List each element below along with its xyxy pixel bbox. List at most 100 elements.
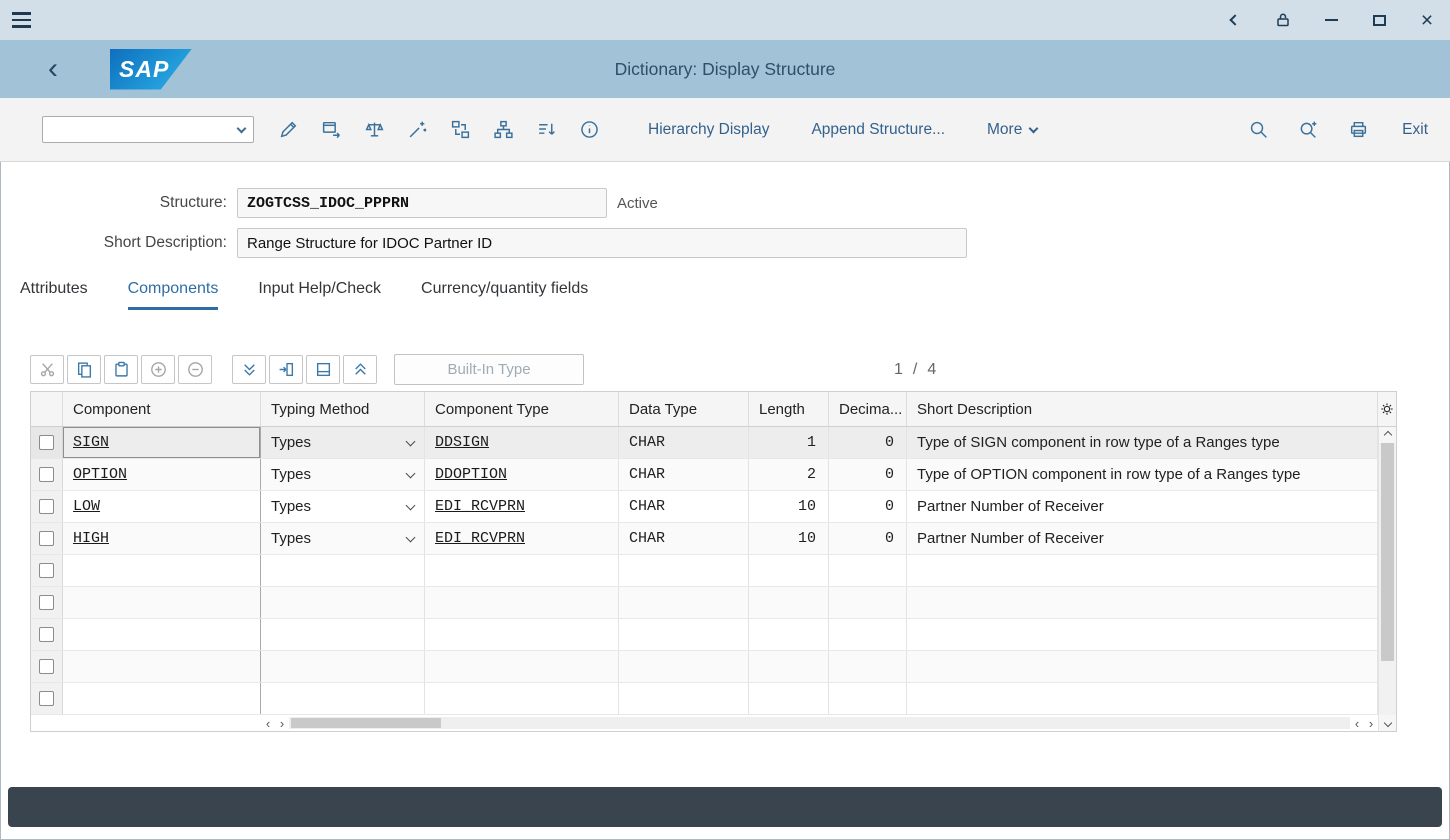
row-checkbox[interactable] xyxy=(39,467,54,482)
length-cell: 10 xyxy=(749,523,829,554)
chevron-left-icon[interactable] xyxy=(1224,9,1246,31)
table-row-empty xyxy=(31,651,1396,683)
sort-descending-icon[interactable] xyxy=(530,113,563,146)
remove-row-button[interactable] xyxy=(178,355,212,384)
structure-field[interactable]: ZOGTCSS_IDOC_PPPRN xyxy=(237,188,607,218)
component-type-link[interactable]: DDOPTION xyxy=(435,466,507,483)
typing-method-dropdown[interactable]: Types xyxy=(261,523,425,554)
column-header-length[interactable]: Length xyxy=(749,392,829,426)
horizontal-scroll-track[interactable] xyxy=(289,717,1350,729)
column-header-component[interactable]: Component xyxy=(63,392,261,426)
component-type-link[interactable]: DDSIGN xyxy=(435,434,489,451)
component-type-link[interactable]: EDI_RCVPRN xyxy=(435,498,525,515)
vertical-scroll-track[interactable] xyxy=(1379,443,1396,715)
where-used-icon[interactable] xyxy=(401,113,434,146)
component-type-link[interactable]: EDI_RCVPRN xyxy=(435,530,525,547)
row-checkbox[interactable] xyxy=(39,499,54,514)
typing-method-dropdown[interactable]: Types xyxy=(261,491,425,522)
column-header-decimals[interactable]: Decima... xyxy=(829,392,907,426)
row-checkbox[interactable] xyxy=(39,691,54,706)
table-row-empty xyxy=(31,555,1396,587)
command-input[interactable] xyxy=(49,122,238,138)
row-checkbox[interactable] xyxy=(39,563,54,578)
decimals-cell: 0 xyxy=(829,427,907,458)
component-link[interactable]: HIGH xyxy=(73,530,109,547)
scroll-right-icon[interactable]: › xyxy=(275,715,289,731)
table-settings-gear-icon[interactable] xyxy=(1378,392,1396,426)
component-link[interactable]: OPTION xyxy=(73,466,127,483)
append-structure-button[interactable]: Append Structure... xyxy=(811,121,945,139)
typing-method-dropdown[interactable]: Types xyxy=(261,427,425,458)
lock-icon[interactable] xyxy=(1272,9,1294,31)
consistency-check-icon[interactable] xyxy=(444,113,477,146)
components-table: Component Typing Method Component Type D… xyxy=(30,391,1397,732)
select-all-column-header[interactable] xyxy=(31,392,63,426)
data-type-cell: CHAR xyxy=(619,523,749,554)
chevron-down-icon xyxy=(406,468,416,478)
column-header-short-description[interactable]: Short Description xyxy=(907,392,1378,426)
built-in-type-button[interactable]: Built-In Type xyxy=(394,354,584,385)
tab-components[interactable]: Components xyxy=(128,280,219,310)
column-header-typing-method[interactable]: Typing Method xyxy=(261,392,425,426)
page-current: 1 xyxy=(894,361,903,379)
move-down-button[interactable] xyxy=(232,355,266,384)
menu-icon[interactable] xyxy=(12,7,38,33)
tab-attributes[interactable]: Attributes xyxy=(20,280,88,310)
select-block-button[interactable] xyxy=(306,355,340,384)
row-checkbox[interactable] xyxy=(39,531,54,546)
data-type-cell: CHAR xyxy=(619,459,749,490)
more-button[interactable]: More xyxy=(987,121,1037,139)
typing-method-dropdown[interactable]: Types xyxy=(261,459,425,490)
scroll-left-icon[interactable]: ‹ xyxy=(1350,715,1364,731)
exit-button[interactable]: Exit xyxy=(1402,121,1428,139)
short-description-field[interactable]: Range Structure for IDOC Partner ID xyxy=(237,228,967,258)
tab-currency-quantity-fields[interactable]: Currency/quantity fields xyxy=(421,280,588,310)
other-object-icon[interactable] xyxy=(315,113,348,146)
horizontal-scrollbar[interactable]: ‹ › ‹ › xyxy=(261,715,1378,731)
search-plus-icon[interactable] xyxy=(1294,113,1322,146)
page-title: Dictionary: Display Structure xyxy=(615,59,836,80)
grid-toolbar: Built-In Type 1 / 4 xyxy=(30,354,1420,385)
chevron-down-icon[interactable] xyxy=(237,123,247,133)
data-type-cell: CHAR xyxy=(619,427,749,458)
command-field[interactable] xyxy=(42,116,254,143)
scroll-up-icon[interactable] xyxy=(1379,427,1396,443)
add-row-button[interactable] xyxy=(141,355,175,384)
component-link[interactable]: LOW xyxy=(73,498,100,515)
insert-row-button[interactable] xyxy=(269,355,303,384)
scroll-right-icon[interactable]: › xyxy=(1364,715,1378,731)
column-header-component-type[interactable]: Component Type xyxy=(425,392,619,426)
minimize-button[interactable] xyxy=(1320,9,1342,31)
row-checkbox[interactable] xyxy=(39,435,54,450)
compare-scales-icon[interactable] xyxy=(358,113,391,146)
vertical-scrollbar[interactable] xyxy=(1378,427,1396,731)
column-header-data-type[interactable]: Data Type xyxy=(619,392,749,426)
paste-button[interactable] xyxy=(104,355,138,384)
display-change-icon[interactable] xyxy=(272,113,305,146)
scroll-left-icon[interactable]: ‹ xyxy=(261,715,275,731)
move-up-button[interactable] xyxy=(343,355,377,384)
search-icon[interactable] xyxy=(1244,113,1272,146)
copy-button[interactable] xyxy=(67,355,101,384)
pagination: 1 / 4 xyxy=(894,361,936,379)
hierarchy-display-button[interactable]: Hierarchy Display xyxy=(648,121,769,139)
decimals-cell: 0 xyxy=(829,491,907,522)
close-button[interactable]: × xyxy=(1416,9,1438,31)
page-total: 4 xyxy=(927,361,936,379)
row-checkbox[interactable] xyxy=(39,627,54,642)
print-icon[interactable] xyxy=(1344,113,1372,146)
hierarchy-icon[interactable] xyxy=(487,113,520,146)
table-body: SIGN Types DDSIGN CHAR 1 0 Type of SIGN … xyxy=(31,427,1396,715)
row-checkbox[interactable] xyxy=(39,595,54,610)
scroll-down-icon[interactable] xyxy=(1379,715,1396,731)
back-button[interactable]: ‹ xyxy=(48,52,88,86)
component-link[interactable]: SIGN xyxy=(73,434,109,451)
row-checkbox[interactable] xyxy=(39,659,54,674)
horizontal-scroll-thumb[interactable] xyxy=(291,718,441,728)
tab-input-help-check[interactable]: Input Help/Check xyxy=(258,280,381,310)
data-type-cell: CHAR xyxy=(619,491,749,522)
cut-button[interactable] xyxy=(30,355,64,384)
info-icon[interactable] xyxy=(573,113,606,146)
maximize-button[interactable] xyxy=(1368,9,1390,31)
vertical-scroll-thumb[interactable] xyxy=(1381,443,1394,661)
